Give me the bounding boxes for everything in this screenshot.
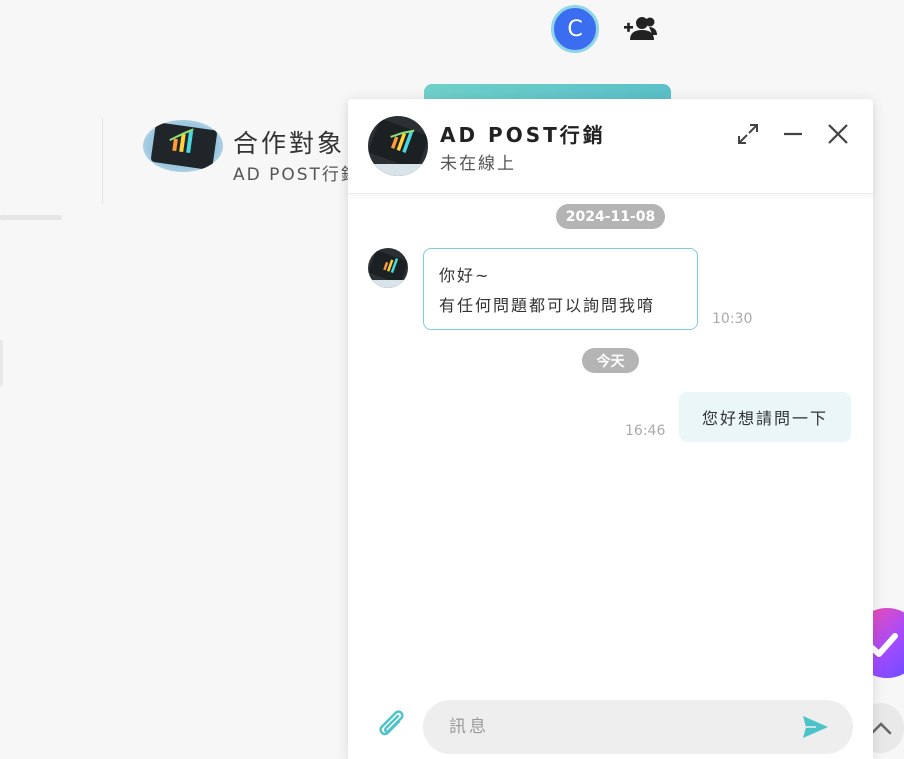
progress-track bbox=[0, 215, 62, 220]
marketing-logo bbox=[143, 120, 223, 172]
outgoing-message: 您好想請問一下 bbox=[679, 392, 851, 442]
divider bbox=[102, 118, 103, 204]
send-icon[interactable] bbox=[799, 711, 831, 743]
chat-avatar bbox=[368, 116, 428, 176]
message-avatar bbox=[368, 248, 408, 288]
chat-contact-status: 未在線上 bbox=[440, 154, 516, 174]
user-initial: C bbox=[567, 16, 583, 42]
chat-window: AD POST行銷 未在線上 2024-11-08 你好~ 有任何問題都可以詢問… bbox=[348, 99, 873, 759]
partner-subtitle: AD POST行銷 bbox=[233, 165, 348, 185]
message-time: 16:46 bbox=[625, 423, 666, 439]
message-time: 10:30 bbox=[712, 311, 753, 327]
message-line: 有任何問題都可以詢問我唷 bbox=[439, 296, 656, 315]
message-line: 你好~ bbox=[439, 266, 491, 285]
expand-icon[interactable] bbox=[733, 119, 763, 149]
chat-contact-name: AD POST行銷 bbox=[440, 123, 606, 147]
user-avatar[interactable]: C bbox=[551, 5, 599, 53]
message-input[interactable] bbox=[447, 712, 777, 742]
side-tab bbox=[0, 340, 3, 386]
incoming-message: 你好~ 有任何問題都可以詢問我唷 bbox=[423, 248, 698, 330]
user-plus-icon[interactable] bbox=[622, 14, 658, 44]
close-icon[interactable] bbox=[823, 119, 853, 149]
message-line: 您好想請問一下 bbox=[701, 409, 828, 428]
chat-header: AD POST行銷 未在線上 bbox=[348, 99, 873, 194]
date-separator: 今天 bbox=[582, 348, 639, 373]
partner-title: 合作對象 bbox=[233, 129, 346, 158]
message-input-container bbox=[423, 700, 853, 754]
minimize-icon[interactable] bbox=[778, 119, 808, 149]
date-separator: 2024-11-08 bbox=[556, 204, 665, 229]
paperclip-icon[interactable] bbox=[374, 706, 408, 740]
